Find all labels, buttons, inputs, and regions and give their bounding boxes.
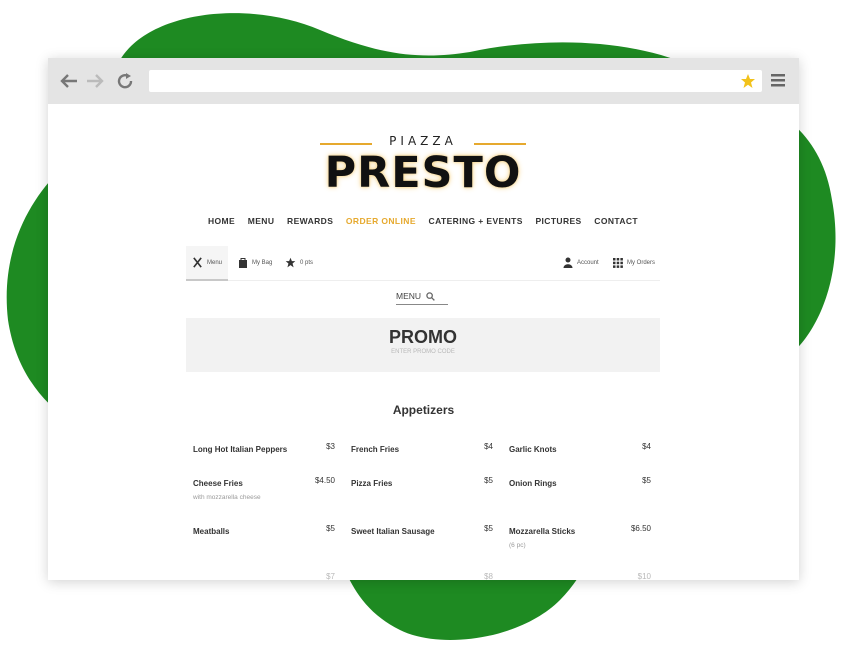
menu-item-price: $5 (484, 476, 493, 485)
menu-item-description: with mozzarella cheese (193, 494, 261, 501)
menu-item[interactable]: Mozzarella Sticks $6.50 (6 pc) (509, 524, 651, 549)
forward-arrow-icon[interactable] (82, 68, 108, 94)
menu-item[interactable]: Long Hot Italian Peppers $3 (193, 442, 335, 461)
menu-item-price: $3 (326, 442, 335, 451)
menu-item[interactable]: $7 (193, 572, 335, 580)
grid-icon (613, 257, 623, 268)
menu-item-price: $5 (326, 524, 335, 533)
utensils-icon (193, 257, 202, 268)
menu-item-name: Onion Rings (509, 479, 557, 488)
menu-item[interactable]: $10 (509, 572, 651, 580)
user-icon (563, 257, 573, 268)
menu-item-name: Sweet Italian Sausage (351, 527, 435, 536)
menu-item-price: $5 (484, 524, 493, 533)
menu-item[interactable]: French Fries $4 (351, 442, 493, 461)
tab-my-bag-label: My Bag (252, 259, 273, 266)
bag-icon (239, 258, 247, 268)
menu-item-name: French Fries (351, 445, 400, 454)
account-link[interactable]: Account (563, 246, 599, 279)
site-logo[interactable]: PIAZZA PRESTO (318, 132, 528, 200)
menu-item-name: Garlic Knots (509, 445, 557, 454)
menu-item-price: $5 (642, 476, 651, 485)
promo-title: PROMO (388, 327, 457, 347)
menu-item[interactable]: Pizza Fries $5 (351, 476, 493, 495)
order-toolbar: Menu My Bag 0 pts Account My Orders (186, 246, 660, 281)
tab-menu-label: Menu (207, 259, 223, 266)
star-icon (285, 257, 296, 268)
menu-item[interactable]: Garlic Knots $4 (509, 442, 651, 461)
my-orders-link[interactable]: My Orders (613, 246, 655, 279)
tab-points-label: 0 pts (300, 259, 314, 266)
menu-search-label: MENU (396, 291, 422, 301)
menu-item-name: Meatballs (193, 527, 230, 536)
menu-item-price: $4 (484, 442, 493, 451)
back-arrow-icon[interactable] (56, 68, 82, 94)
menu-item-description: (6 pc) (509, 542, 526, 549)
menu-item-price: $10 (637, 572, 651, 580)
address-bar[interactable] (149, 70, 762, 92)
account-label: Account (577, 259, 599, 266)
my-orders-label: My Orders (627, 259, 656, 266)
menu-item-name: Cheese Fries (193, 479, 243, 488)
menu-item[interactable]: Onion Rings $5 (509, 476, 651, 495)
nav-menu[interactable]: MENU (248, 216, 275, 232)
search-icon[interactable] (426, 291, 435, 301)
tab-my-bag[interactable]: My Bag (238, 246, 272, 279)
web-page: PIAZZA PRESTO HOME MENU REWARDS ORDER ON… (48, 104, 799, 580)
menu-item[interactable]: Cheese Fries $4.50 with mozzarella cheese (193, 476, 335, 501)
menu-item[interactable]: Sweet Italian Sausage $5 (351, 524, 493, 543)
nav-home[interactable]: HOME (208, 216, 235, 232)
logo-small-text: PIAZZA (389, 134, 457, 148)
menu-search[interactable]: MENU (396, 288, 448, 305)
browser-toolbar (48, 58, 799, 104)
menu-item-price: $8 (484, 572, 493, 580)
bookmark-star-icon[interactable] (740, 73, 756, 89)
browser-window: PIAZZA PRESTO HOME MENU REWARDS ORDER ON… (48, 58, 799, 580)
reload-icon[interactable] (112, 68, 138, 94)
menu-item-name: Mozzarella Sticks (509, 527, 576, 536)
nav-order-online[interactable]: ORDER ONLINE (346, 216, 416, 232)
main-nav: HOME MENU REWARDS ORDER ONLINE CATERING … (208, 216, 638, 232)
nav-contact[interactable]: CONTACT (594, 216, 638, 232)
menu-item[interactable]: Meatballs $5 (193, 524, 335, 543)
nav-catering-events[interactable]: CATERING + EVENTS (429, 216, 523, 232)
logo-big-text: PRESTO (324, 148, 522, 198)
menu-hamburger-icon[interactable] (770, 72, 788, 90)
menu-item-price: $4.50 (314, 476, 335, 485)
menu-item-price: $4 (642, 442, 651, 451)
nav-rewards[interactable]: REWARDS (287, 216, 333, 232)
nav-pictures[interactable]: PICTURES (535, 216, 581, 232)
tab-points[interactable]: 0 pts (285, 246, 313, 279)
menu-item-price: $6.50 (630, 524, 651, 533)
menu-item-name: Long Hot Italian Peppers (193, 445, 288, 454)
menu-item-name: Pizza Fries (351, 479, 393, 488)
menu-item[interactable]: $8 (351, 572, 493, 580)
promo-box[interactable]: PROMO ENTER PROMO CODE (186, 318, 660, 372)
promo-subtitle: ENTER PROMO CODE (391, 349, 455, 355)
section-title: Appetizers (392, 403, 455, 417)
menu-item-price: $7 (326, 572, 335, 580)
tab-menu[interactable]: Menu (186, 246, 229, 281)
